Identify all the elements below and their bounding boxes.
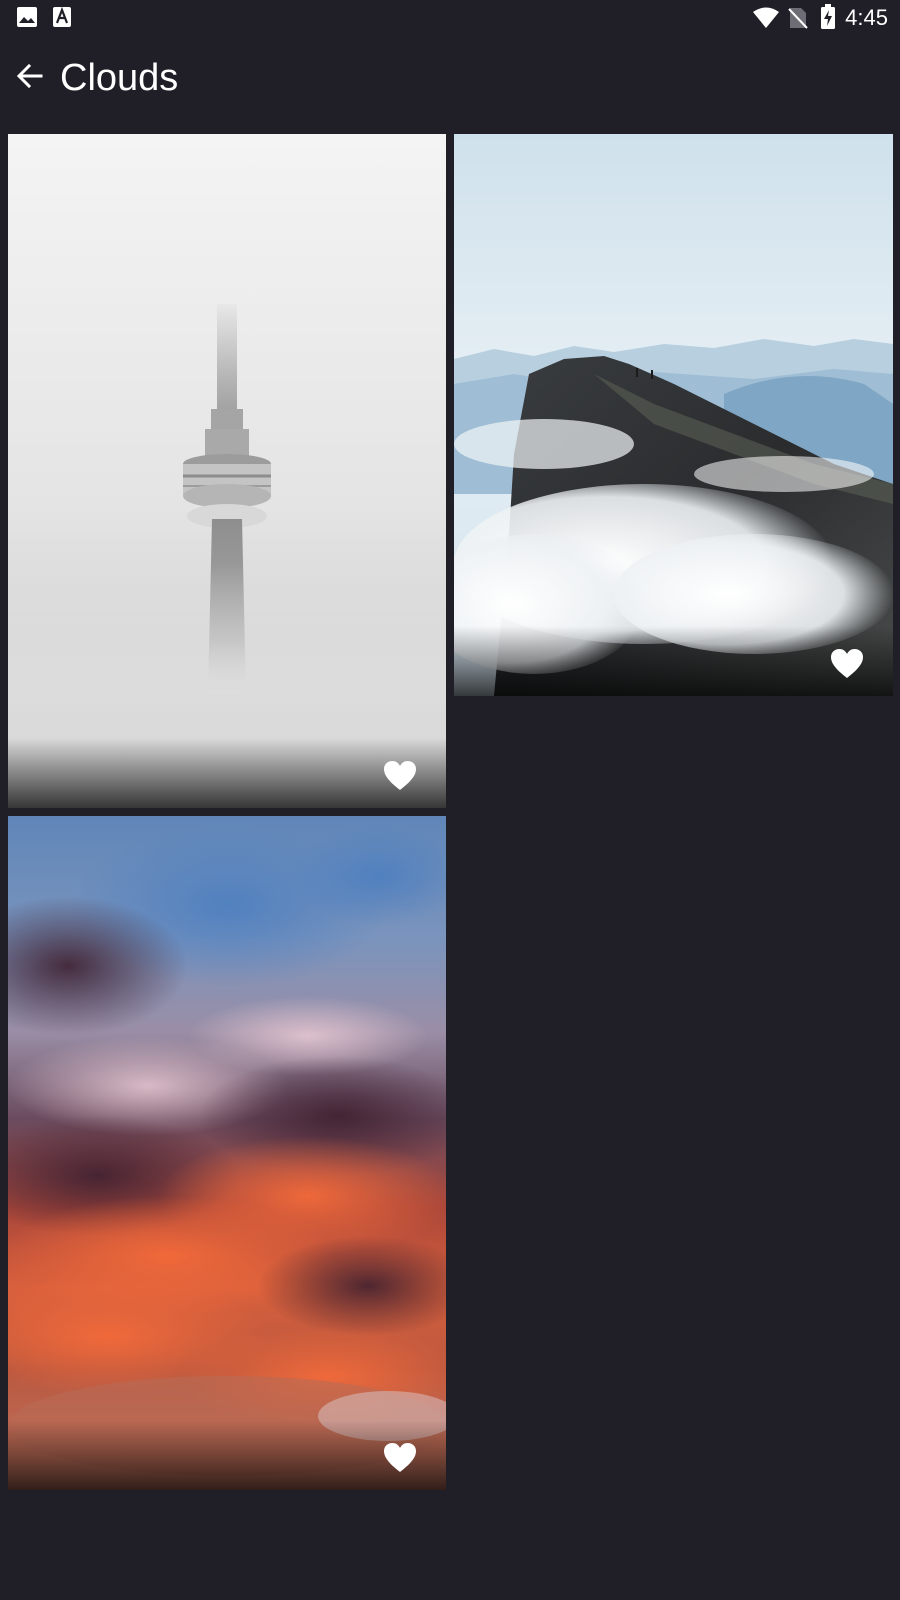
tower-fog-photo bbox=[8, 134, 446, 808]
mountain-clouds-photo bbox=[454, 134, 893, 696]
gallery-notification-icon bbox=[17, 7, 37, 27]
app-bar: Clouds bbox=[0, 36, 900, 126]
favorite-button[interactable] bbox=[380, 756, 420, 796]
font-notification-icon bbox=[53, 6, 71, 27]
photo-card[interactable] bbox=[8, 816, 446, 1490]
page-title: Clouds bbox=[60, 57, 179, 99]
back-button[interactable] bbox=[6, 52, 54, 100]
favorite-button[interactable] bbox=[827, 644, 867, 684]
heart-icon bbox=[831, 649, 863, 678]
sunset-clouds-photo bbox=[8, 816, 446, 1490]
arrow-back-icon bbox=[16, 63, 43, 89]
photo-card[interactable] bbox=[8, 134, 446, 808]
photo-card[interactable] bbox=[454, 134, 893, 696]
wifi-icon bbox=[753, 7, 779, 28]
status-time: 4:45 bbox=[845, 5, 888, 30]
heart-icon bbox=[384, 1443, 416, 1472]
no-sim-icon bbox=[788, 8, 808, 29]
status-bar: 4:45 bbox=[0, 0, 900, 36]
battery-charging-icon bbox=[821, 4, 835, 29]
heart-icon bbox=[384, 761, 416, 790]
favorite-button[interactable] bbox=[380, 1438, 420, 1478]
